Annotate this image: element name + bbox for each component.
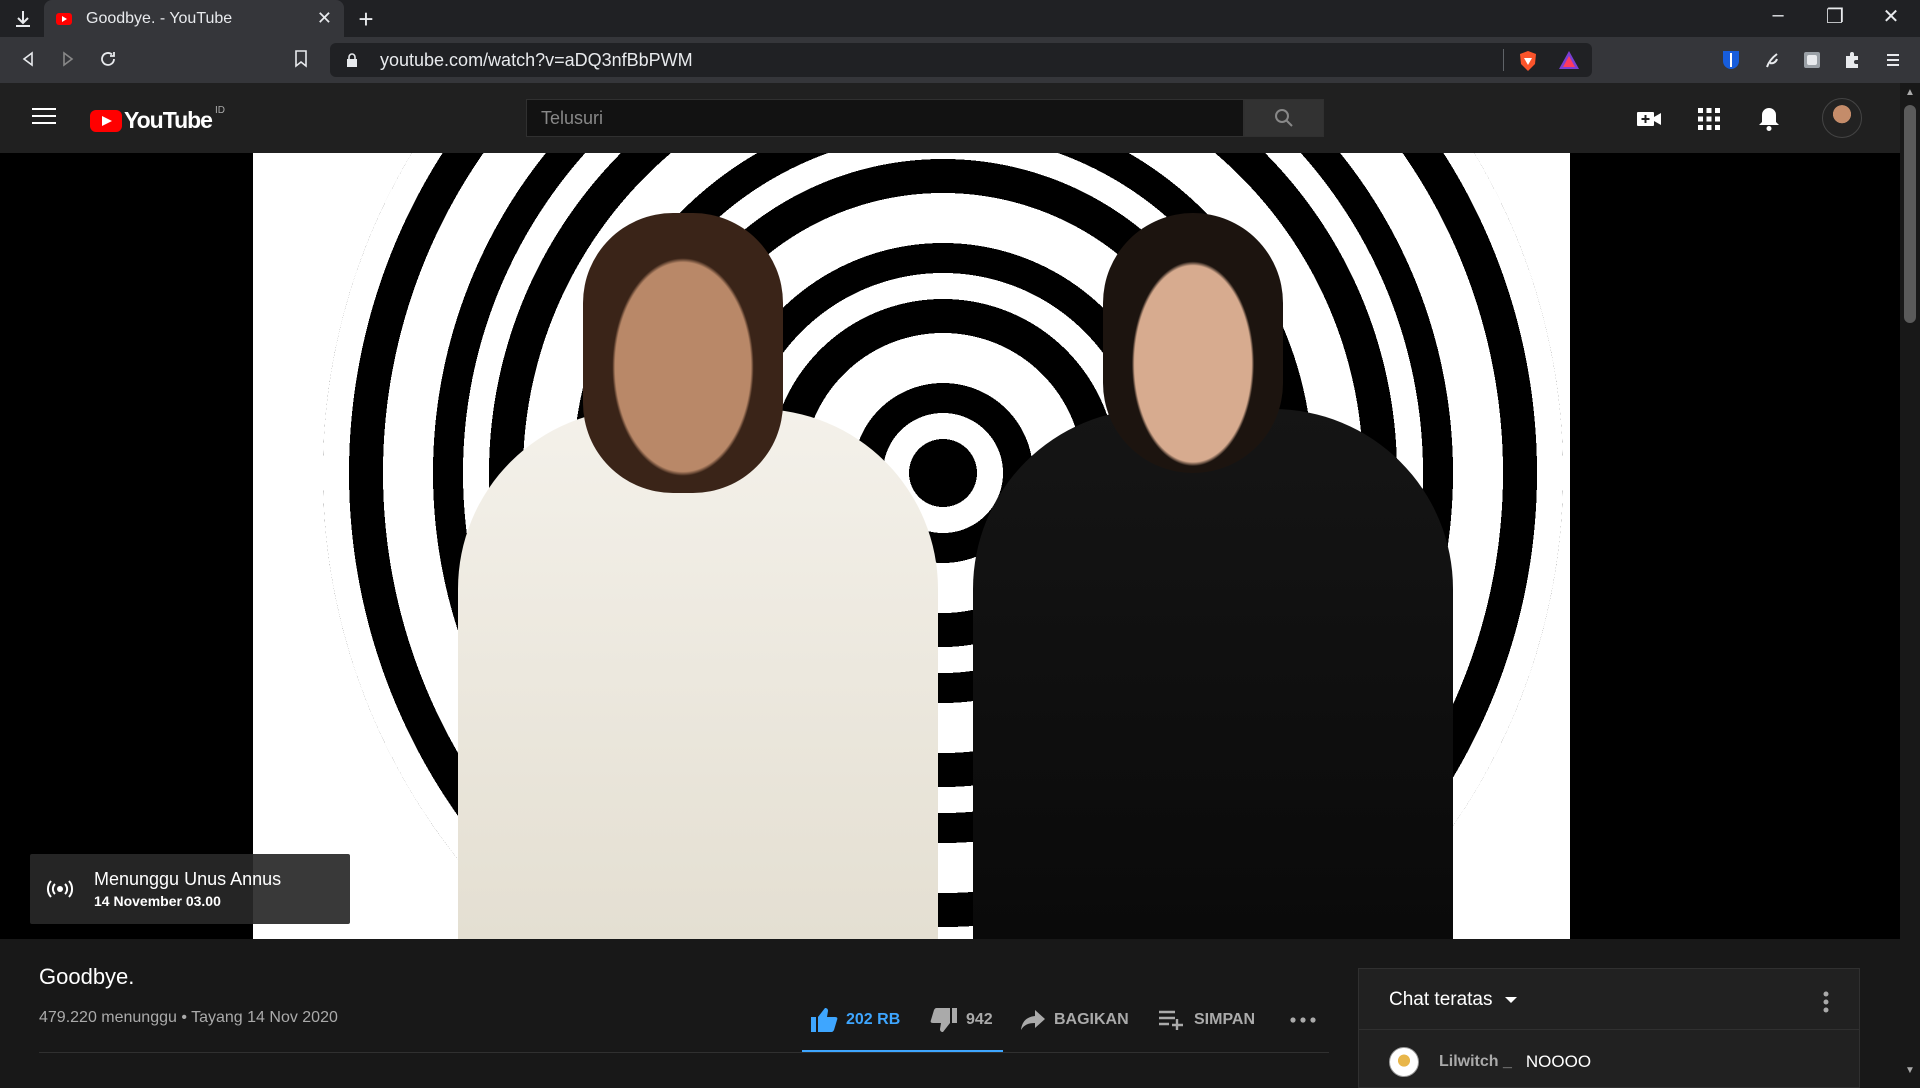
video-player[interactable]: Menunggu Unus Annus 14 November 03.00: [0, 153, 1900, 939]
tab-close-icon[interactable]: ✕: [317, 8, 332, 29]
waiting-title: Menunggu Unus Annus: [94, 869, 282, 889]
search-input[interactable]: [526, 99, 1244, 137]
country-code: ID: [214, 105, 225, 116]
like-count: 202 RB: [846, 1011, 901, 1028]
browser-tab[interactable]: Goodbye. - YouTube ✕: [44, 0, 344, 37]
scroll-down-arrow[interactable]: ▼: [1905, 1065, 1915, 1076]
video-meta: 479.220 menunggu • Tayang 14 Nov 2020: [39, 1009, 338, 1026]
chat-divider: [1359, 1029, 1859, 1030]
share-button[interactable]: BAGIKAN: [1020, 1006, 1129, 1034]
search-button[interactable]: [1244, 99, 1324, 137]
brave-rewards-icon[interactable]: [1558, 50, 1580, 75]
playlist-add-icon: [1159, 1010, 1183, 1030]
window-close-button[interactable]: ✕: [1868, 4, 1914, 29]
youtube-logo-text: YouTube: [124, 107, 213, 133]
live-icon: [40, 879, 80, 899]
address-bar[interactable]: youtube.com/watch?v=aDQ3nfBbPWM: [330, 43, 1592, 77]
search-icon: [1275, 109, 1293, 127]
waiting-time: 14 November 03.00: [94, 893, 221, 909]
thumb-up-icon: [811, 1008, 838, 1032]
chevron-down-icon: [1504, 997, 1517, 1003]
youtube-header: YouTube ID: [0, 83, 1900, 153]
tab-title: Goodbye. - YouTube: [86, 9, 233, 27]
more-vert-icon[interactable]: [1823, 991, 1829, 1018]
scroll-up-arrow[interactable]: ▲: [1905, 87, 1915, 98]
share-label: BAGIKAN: [1054, 1011, 1129, 1028]
chat-mode-dropdown[interactable]: Chat teratas: [1389, 989, 1517, 1011]
more-actions-button[interactable]: [1290, 1006, 1324, 1034]
download-icon[interactable]: [10, 7, 36, 31]
menu-icon[interactable]: [1882, 49, 1904, 71]
lock-icon[interactable]: [346, 53, 358, 67]
minimize-button[interactable]: –: [1755, 4, 1801, 27]
browser-toolbar: youtube.com/watch?v=aDQ3nfBbPWM: [0, 37, 1920, 83]
chat-message-text: NOOOO: [1525, 1052, 1592, 1071]
info-divider: [39, 1052, 1329, 1053]
share-icon: [1021, 1010, 1045, 1030]
like-button[interactable]: 202 RB: [810, 1006, 900, 1034]
video-thumbnail: [253, 153, 1570, 939]
bitwarden-icon[interactable]: [1720, 49, 1742, 71]
bell-icon[interactable]: [1755, 105, 1783, 133]
create-video-icon[interactable]: [1635, 105, 1663, 133]
save-button[interactable]: SIMPAN: [1158, 1006, 1255, 1034]
chat-author-avatar[interactable]: [1389, 1047, 1419, 1077]
thumb-down-icon: [930, 1008, 957, 1032]
youtube-favicon: [56, 12, 72, 25]
scrollbar-thumb[interactable]: [1904, 105, 1916, 323]
back-icon[interactable]: [14, 45, 42, 73]
new-tab-button[interactable]: +: [352, 4, 380, 35]
person-white-suit-head: [583, 213, 783, 493]
search-box: [526, 99, 1324, 137]
url-text[interactable]: youtube.com/watch?v=aDQ3nfBbPWM: [380, 50, 693, 71]
bookmark-icon[interactable]: [287, 45, 315, 73]
page-scrollbar[interactable]: ▲ ▼: [1900, 83, 1920, 1080]
omnibox-divider: [1503, 49, 1504, 71]
chat-author-name[interactable]: Lilwitch _: [1439, 1053, 1512, 1071]
dislike-button[interactable]: 942: [930, 1006, 993, 1034]
browser-tabstrip: Goodbye. - YouTube ✕ + – ❐ ✕: [0, 0, 1920, 37]
extension-icon[interactable]: [1801, 49, 1823, 71]
person-black-suit: [973, 409, 1453, 939]
extension-icon[interactable]: [1761, 49, 1783, 71]
apps-icon[interactable]: [1695, 105, 1723, 133]
forward-icon[interactable]: [54, 45, 82, 73]
premiere-waiting-badge: Menunggu Unus Annus 14 November 03.00: [30, 854, 350, 924]
reload-icon[interactable]: [94, 45, 122, 73]
chat-message: Lilwitch _ NOOOO: [1389, 1047, 1591, 1077]
youtube-logo[interactable]: YouTube ID: [90, 105, 225, 134]
live-chat-panel: Chat teratas Lilwitch _ NOOOO: [1358, 968, 1860, 1088]
hamburger-icon[interactable]: [32, 108, 56, 128]
puzzle-icon[interactable]: [1841, 49, 1863, 71]
restore-button[interactable]: ❐: [1812, 4, 1858, 29]
chat-header-label: Chat teratas: [1389, 989, 1493, 1010]
youtube-logo-icon: [90, 109, 122, 132]
avatar[interactable]: [1822, 98, 1862, 138]
save-label: SIMPAN: [1194, 1011, 1256, 1028]
more-horiz-icon: [1290, 1017, 1316, 1023]
person-black-suit-head: [1103, 213, 1283, 473]
dislike-count: 942: [966, 1011, 993, 1028]
brave-shield-icon[interactable]: [1518, 50, 1538, 77]
video-title: Goodbye.: [39, 964, 135, 989]
